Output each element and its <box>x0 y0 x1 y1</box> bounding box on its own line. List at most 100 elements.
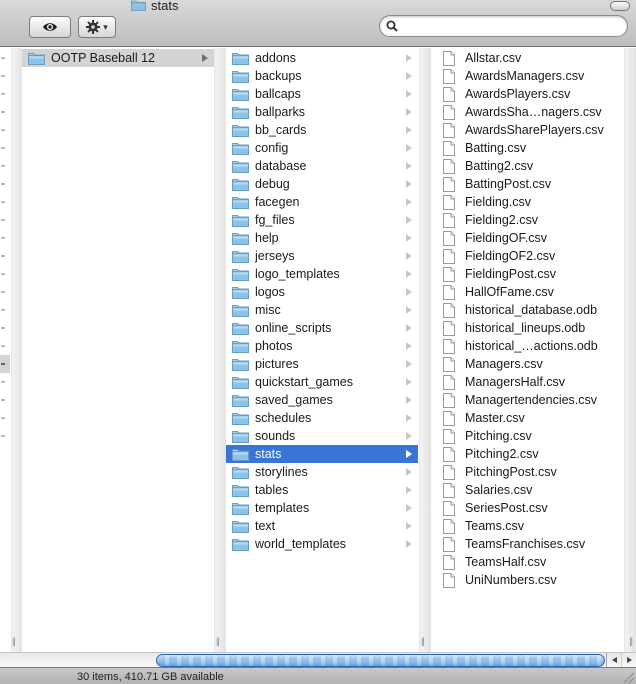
scroll-right-button[interactable] <box>621 653 636 667</box>
folder-row[interactable]: photos <box>226 337 418 355</box>
file-row[interactable]: historical_database.odb <box>431 301 623 319</box>
file-row[interactable]: Allstar.csv <box>431 49 623 67</box>
folder-row[interactable]: debug <box>226 175 418 193</box>
disclosure-arrow-icon <box>406 522 412 530</box>
column-ootp-root[interactable]: || OOTP Baseball 12 <box>12 48 226 652</box>
disclosure-arrow-icon <box>406 468 412 476</box>
file-row[interactable]: Managertendencies.csv <box>431 391 623 409</box>
folder-row[interactable]: jerseys <box>226 247 418 265</box>
folder-row[interactable]: pictures <box>226 355 418 373</box>
folder-row[interactable]: database <box>226 157 418 175</box>
item-label: tables <box>255 483 289 497</box>
column-stats[interactable]: || || Allstar.csv AwardsManagers.csv Award… <box>421 48 636 652</box>
file-row[interactable]: Pitching.csv <box>431 427 623 445</box>
file-row[interactable]: TeamsHalf.csv <box>431 553 623 571</box>
file-row[interactable]: Fielding2.csv <box>431 211 623 229</box>
file-row[interactable]: UniNumbers.csv <box>431 571 623 589</box>
file-row[interactable]: AwardsPlayers.csv <box>431 85 623 103</box>
folder-row[interactable]: OOTP Baseball 12 <box>22 49 214 67</box>
file-row[interactable]: Teams.csv <box>431 517 623 535</box>
folder-icon <box>232 520 249 533</box>
file-row[interactable]: SeriesPost.csv <box>431 499 623 517</box>
file-row[interactable]: FieldingOF2.csv <box>431 247 623 265</box>
disclosure-arrow-icon <box>1 381 5 383</box>
disclosure-arrow-icon <box>406 324 412 332</box>
folder-icon <box>232 412 249 425</box>
scroll-left-button[interactable] <box>606 653 621 667</box>
file-row[interactable]: Batting.csv <box>431 139 623 157</box>
file-row[interactable]: HallOfFame.csv <box>431 283 623 301</box>
folder-row[interactable]: quickstart_games <box>226 373 418 391</box>
folder-row[interactable]: storylines <box>226 463 418 481</box>
folder-row[interactable]: misc <box>226 301 418 319</box>
file-row[interactable]: Batting2.csv <box>431 157 623 175</box>
folder-row[interactable]: backups <box>226 67 418 85</box>
disclosure-arrow-icon <box>1 183 5 185</box>
column-resize-grip[interactable]: || <box>216 636 220 646</box>
column-resize-grip[interactable]: || <box>421 636 425 646</box>
quicklook-button[interactable] <box>29 16 71 38</box>
folder-row[interactable]: stats <box>226 445 418 463</box>
folder-row[interactable]: help <box>226 229 418 247</box>
file-row[interactable]: AwardsSharePlayers.csv <box>431 121 623 139</box>
folder-row[interactable]: fg_files <box>226 211 418 229</box>
folder-row[interactable]: tables <box>226 481 418 499</box>
disclosure-arrow-icon <box>1 435 5 437</box>
document-icon <box>443 104 455 120</box>
folder-row[interactable]: ballparks <box>226 103 418 121</box>
disclosure-arrow-icon <box>1 399 5 401</box>
file-row[interactable]: AwardsSha…nagers.csv <box>431 103 623 121</box>
folder-row[interactable]: saved_games <box>226 391 418 409</box>
folder-row[interactable]: logos <box>226 283 418 301</box>
document-icon <box>443 410 455 426</box>
folder-row[interactable]: text <box>226 517 418 535</box>
file-row[interactable]: AwardsManagers.csv <box>431 67 623 85</box>
eye-icon <box>43 23 57 31</box>
document-icon <box>443 302 455 318</box>
horizontal-scrollbar[interactable] <box>0 652 636 667</box>
action-menu-button[interactable]: ▾ <box>78 16 116 38</box>
partial-selected-row[interactable] <box>0 355 10 373</box>
file-row[interactable]: BattingPost.csv <box>431 175 623 193</box>
file-row[interactable]: Pitching2.csv <box>431 445 623 463</box>
column-ootp-baseball-12[interactable]: || addons backups ballcaps ballparks bb_card… <box>216 48 431 652</box>
scrollbar-thumb[interactable] <box>156 654 605 667</box>
folder-row[interactable]: config <box>226 139 418 157</box>
toolbar-toggle-button[interactable] <box>610 1 630 11</box>
folder-row[interactable]: world_templates <box>226 535 418 553</box>
document-icon <box>443 68 455 84</box>
folder-row[interactable]: facegen <box>226 193 418 211</box>
column-resize-grip[interactable]: || <box>629 636 633 646</box>
folder-row[interactable]: sounds <box>226 427 418 445</box>
file-row[interactable]: PitchingPost.csv <box>431 463 623 481</box>
status-text: 30 items, 410.71 GB available <box>77 671 224 683</box>
folder-row[interactable]: bb_cards <box>226 121 418 139</box>
partial-parent-column[interactable] <box>0 48 22 652</box>
disclosure-arrow-icon <box>406 144 412 152</box>
item-label: fg_files <box>255 213 295 227</box>
folder-row[interactable]: logo_templates <box>226 265 418 283</box>
file-row[interactable]: historical_…actions.odb <box>431 337 623 355</box>
file-row[interactable]: historical_lineups.odb <box>431 319 623 337</box>
file-row[interactable]: Fielding.csv <box>431 193 623 211</box>
search-input[interactable] <box>400 18 620 34</box>
document-icon <box>443 320 455 336</box>
folder-row[interactable]: templates <box>226 499 418 517</box>
resize-grip-icon[interactable] <box>624 673 634 683</box>
item-label: database <box>255 159 307 173</box>
file-row[interactable]: Managers.csv <box>431 355 623 373</box>
folder-row[interactable]: online_scripts <box>226 319 418 337</box>
file-row[interactable]: Master.csv <box>431 409 623 427</box>
file-row[interactable]: FieldingPost.csv <box>431 265 623 283</box>
file-row[interactable]: FieldingOF.csv <box>431 229 623 247</box>
folder-row[interactable]: ballcaps <box>226 85 418 103</box>
file-row[interactable]: TeamsFranchises.csv <box>431 535 623 553</box>
disclosure-arrow-icon <box>1 327 5 329</box>
column-resize-grip[interactable]: || <box>12 636 16 646</box>
file-row[interactable]: ManagersHalf.csv <box>431 373 623 391</box>
search-field[interactable] <box>379 15 628 37</box>
file-row[interactable]: Salaries.csv <box>431 481 623 499</box>
item-label: help <box>255 231 279 245</box>
folder-row[interactable]: schedules <box>226 409 418 427</box>
folder-row[interactable]: addons <box>226 49 418 67</box>
